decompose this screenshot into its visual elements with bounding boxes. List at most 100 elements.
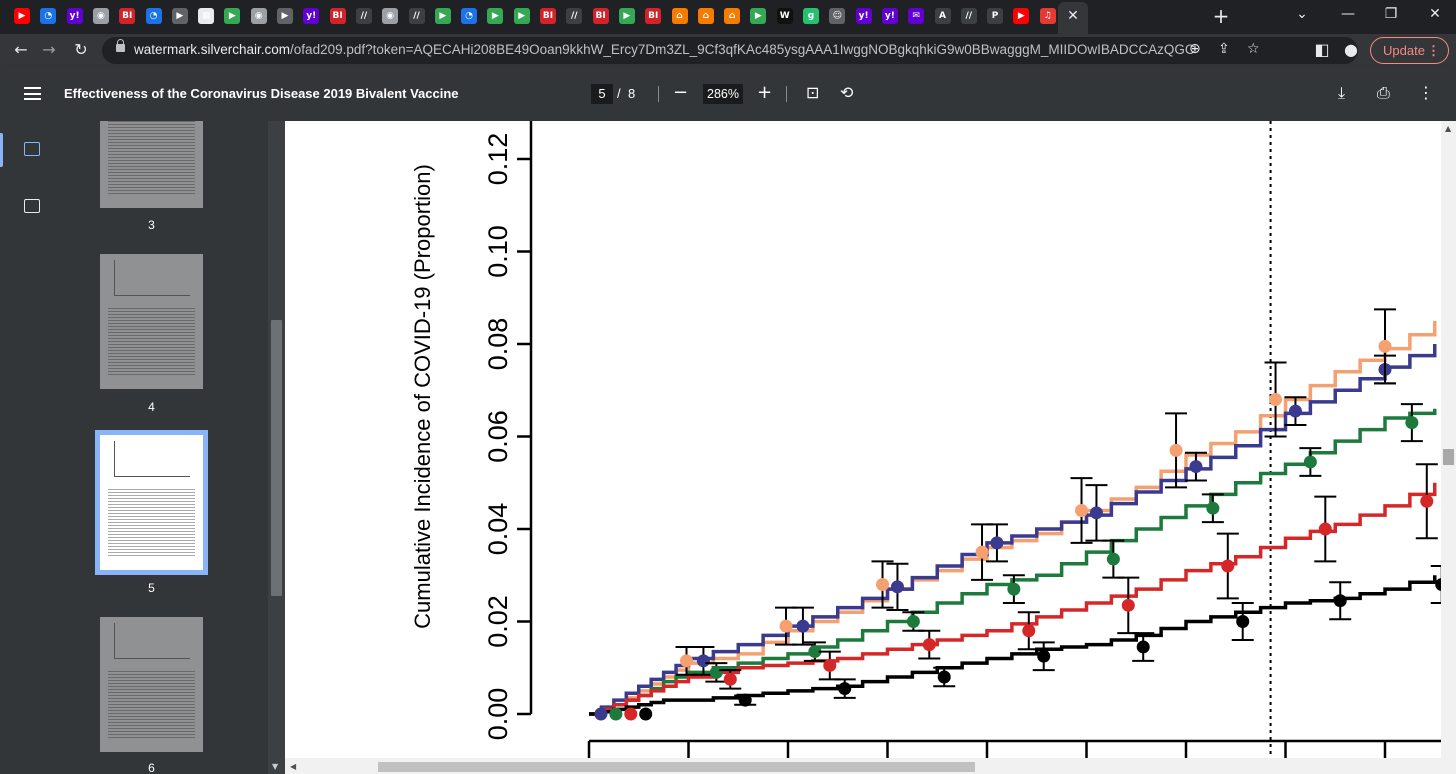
data-point (1089, 506, 1103, 520)
close-window-icon[interactable]: ✕ (1425, 6, 1445, 22)
zoom-level-input[interactable]: 286% (703, 84, 743, 104)
scroll-up-arrow-icon[interactable]: ▲ (1445, 124, 1451, 133)
minimize-icon[interactable]: — (1338, 6, 1358, 22)
outline-view-icon[interactable] (24, 199, 40, 213)
globe-icon[interactable]: ◉ (382, 8, 399, 24)
update-button[interactable]: Update ⋮ (1370, 37, 1449, 64)
youtube-icon[interactable]: ▶ (1013, 8, 1030, 24)
bookmark-icon[interactable]: ⌂ (724, 8, 741, 24)
yahoo-icon[interactable]: y! (303, 8, 320, 24)
podcast-icon[interactable]: ♫ (1039, 8, 1056, 24)
yahoo-icon[interactable]: y! (66, 8, 83, 24)
chart-axes: 0.00 0.02 0.04 0.06 0.08 0.10 0.12 Cumulative I… (410, 121, 1441, 758)
update-label: Update (1383, 43, 1425, 58)
download-icon[interactable]: ⤓ (1338, 83, 1345, 103)
page-thumbnail-4[interactable] (100, 254, 203, 389)
data-point (1136, 640, 1150, 654)
business-insider-icon[interactable]: BI (645, 8, 662, 24)
play-icon[interactable]: ▶ (618, 8, 635, 24)
sidebar-menu-icon[interactable] (24, 87, 41, 100)
youtube-icon[interactable]: ▶ (14, 8, 30, 24)
data-point (609, 707, 623, 721)
data-point (779, 619, 793, 633)
back-icon[interactable]: ← (10, 39, 32, 61)
globe-icon[interactable]: ◉ (250, 8, 267, 24)
url-text[interactable]: watermark.silverchair.com/ofad209.pdf?to… (134, 42, 1194, 57)
medium-icon[interactable]: // (960, 8, 977, 24)
print-icon[interactable]: ⎙ (1377, 83, 1390, 103)
business-insider-icon[interactable]: BI (329, 8, 346, 24)
globe-icon[interactable]: ◉ (92, 8, 109, 24)
share-icon[interactable]: ⇪ (1218, 41, 1230, 57)
pdf-toolbar: Effectiveness of the Coronavirus Disease… (0, 67, 1456, 121)
thumbnail-label: 4 (148, 400, 155, 414)
scroll-down-arrow-icon[interactable]: ▼ (272, 762, 278, 771)
image-site-icon[interactable]: ▦ (198, 8, 215, 24)
kebab-menu-icon[interactable]: ⋮ (1427, 38, 1440, 63)
horizontal-scroll-thumb[interactable] (378, 762, 975, 772)
vertical-scroll-thumb[interactable] (1443, 449, 1454, 465)
close-tab-icon[interactable]: ✕ (1064, 7, 1082, 25)
business-insider-icon[interactable]: BI (540, 8, 556, 24)
bookmark-icon[interactable]: ⌂ (671, 8, 688, 24)
atlantic-icon[interactable]: A (934, 8, 951, 24)
g-site-icon[interactable]: g (803, 8, 819, 24)
arrow-site-icon[interactable]: ▶ (277, 8, 293, 24)
yahoo-icon[interactable]: y! (855, 8, 872, 24)
selected-indicator (0, 133, 3, 167)
play-icon[interactable]: ▶ (224, 8, 241, 24)
data-point (1420, 494, 1434, 508)
play-icon[interactable]: ▶ (487, 8, 504, 24)
generic-site-icon[interactable]: ◔ (145, 8, 162, 24)
tab-search-chevron-icon[interactable]: ⌄ (1292, 6, 1312, 22)
pdf-page: 0.00 0.02 0.04 0.06 0.08 0.10 0.12 Cumulative I… (285, 121, 1441, 758)
zoom-indicator-icon[interactable]: ⊕ (1189, 41, 1201, 57)
generic-site-icon[interactable]: ◔ (40, 8, 57, 24)
reload-icon[interactable]: ↻ (70, 39, 92, 61)
data-point (1333, 594, 1347, 608)
thumbnails-view-icon[interactable] (24, 142, 40, 156)
generic-site-icon[interactable]: ◔ (461, 8, 478, 24)
business-insider-icon[interactable]: BI (119, 8, 136, 24)
fit-page-icon[interactable]: ⊡ (806, 83, 819, 102)
side-panel-icon[interactable]: ◧ (1311, 39, 1333, 61)
page-thumbnail-6[interactable] (100, 617, 203, 752)
data-point (1169, 443, 1183, 457)
data-point (1121, 598, 1135, 612)
play-icon[interactable]: ▶ (434, 8, 451, 24)
lock-icon[interactable] (116, 39, 125, 52)
incidence-chart: 0.00 0.02 0.04 0.06 0.08 0.10 0.12 Cumulative I… (410, 121, 1441, 758)
profile-icon[interactable]: ● (1340, 39, 1362, 61)
yahoo-icon[interactable]: y! (881, 8, 898, 24)
page-thumbnail-5[interactable] (95, 430, 208, 575)
address-bar[interactable]: watermark.silverchair.com/ofad209.pdf?to… (102, 37, 1358, 64)
restore-icon[interactable]: ❐ (1381, 6, 1401, 22)
medium-icon[interactable]: // (566, 8, 583, 24)
wsj-icon[interactable]: W (776, 8, 793, 24)
forward-icon[interactable]: → (38, 39, 60, 61)
data-point (1037, 649, 1051, 663)
zoom-out-button[interactable]: − (673, 82, 688, 103)
medium-icon[interactable]: // (355, 8, 372, 24)
medium-icon[interactable]: // (408, 8, 425, 24)
bookmark-icon[interactable]: ⌂ (697, 8, 714, 24)
scroll-left-arrow-icon[interactable]: ◀ (290, 762, 296, 771)
more-options-icon[interactable]: ⋮ (1418, 83, 1434, 102)
vertical-scrollbar[interactable] (1441, 121, 1456, 774)
bookmark-star-icon[interactable]: ☆ (1247, 41, 1260, 57)
yahoo-mail-icon[interactable]: ✉ (908, 8, 925, 24)
zoom-in-button[interactable]: + (757, 82, 772, 103)
rotate-icon[interactable]: ⟲ (840, 83, 853, 102)
business-insider-icon[interactable]: BI (592, 8, 609, 24)
p-site-icon[interactable]: P (987, 8, 1004, 24)
page-number-input[interactable]: 5 (591, 84, 613, 104)
data-point (838, 682, 852, 696)
play-icon[interactable]: ▶ (750, 8, 767, 24)
arrow-site-icon[interactable]: ▶ (171, 8, 188, 24)
new-tab-button[interactable]: + (1210, 5, 1232, 27)
tab-strip: ✕ + ⌄ — ❐ ✕ ▶ ◔ y! ◉ BI ◔ ▶ ▦ ▶ ◉ ▶ y! BI // ◉ // ▶ ◔ ▶ ▶ BI… (0, 0, 1456, 34)
profile-site-icon[interactable]: ☺ (829, 8, 846, 24)
play-icon[interactable]: ▶ (513, 8, 530, 24)
page-thumbnail-3[interactable] (100, 121, 203, 208)
sidebar-scroll-thumb[interactable] (271, 320, 282, 596)
